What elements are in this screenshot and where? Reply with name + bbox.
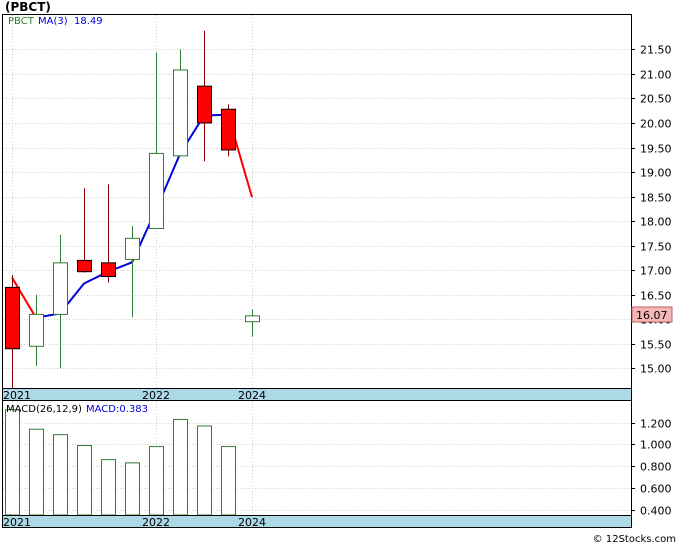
- macd-value: MACD:0.383: [86, 404, 148, 415]
- price-date-band: [2, 388, 632, 401]
- macd-tick-label: 0.800: [640, 461, 672, 474]
- date-tick-label: 2022: [142, 516, 170, 529]
- macd-bar: [173, 418, 188, 516]
- date-tick-label: 2021: [3, 516, 31, 529]
- macd-axis: 0.400 0.600 0.800 1.000 1.200: [631, 418, 672, 518]
- macd-bar: [197, 425, 212, 516]
- candle-body: [5, 286, 20, 350]
- candle: [53, 234, 68, 369]
- candles: [5, 30, 260, 388]
- macd-bar: [149, 446, 164, 516]
- candle-body: [77, 259, 92, 273]
- price-axis: 15.0015.5016.0016.5017.0017.5018.0018.50…: [631, 44, 672, 376]
- macd-tick-label: 1.000: [640, 439, 672, 452]
- price-tick-label: 17.50: [640, 241, 672, 254]
- candle-body: [245, 315, 260, 323]
- candle-body: [53, 262, 68, 315]
- candle-body: [101, 262, 116, 278]
- macd-tick-label: 0.400: [640, 505, 672, 518]
- price-tick-label: 19.50: [640, 143, 672, 156]
- last-price-value: 16.07: [636, 309, 668, 322]
- candle-body: [173, 69, 188, 157]
- price-tick-label: 18.00: [640, 216, 672, 229]
- symbol-label: PBCT: [8, 16, 35, 27]
- price-panel-frame: [2, 14, 632, 389]
- price-tick-label: 15.00: [640, 363, 672, 376]
- macd-tick-label: 0.600: [640, 483, 672, 496]
- candle: [77, 188, 92, 273]
- candle: [125, 226, 140, 317]
- price-tick-label: 20.50: [640, 93, 672, 106]
- macd-bar: [221, 446, 236, 516]
- candle-body: [149, 152, 164, 229]
- candle-body: [125, 237, 140, 260]
- price-tick-label: 19.00: [640, 167, 672, 180]
- macd-bar: [77, 445, 92, 516]
- macd-date-band: [2, 515, 632, 528]
- macd-bar: [53, 434, 68, 516]
- macd-bar: [5, 409, 20, 516]
- candle: [5, 275, 20, 388]
- macd-label: MACD(26,12,9): [6, 404, 82, 415]
- price-tick-label: 21.00: [640, 69, 672, 82]
- macd-grid: [3, 401, 631, 515]
- watermark: © 12Stocks.com: [593, 534, 676, 545]
- candle-body: [29, 313, 44, 347]
- macd-bars: [5, 409, 236, 516]
- price-grid: [3, 15, 631, 388]
- candle-body: [197, 85, 212, 124]
- price-tick-label: 20.00: [640, 118, 672, 131]
- candle: [173, 49, 188, 157]
- price-tick-label: 17.00: [640, 265, 672, 278]
- candle: [245, 309, 260, 337]
- price-tick-label: 16.50: [640, 290, 672, 303]
- price-tick-label: 21.50: [640, 44, 672, 57]
- candle: [149, 52, 164, 229]
- macd-bar: [125, 462, 140, 516]
- ma-value: 18.49: [74, 16, 103, 27]
- candle: [29, 294, 44, 366]
- macd-bar: [29, 428, 44, 516]
- date-tick-label: 2024: [238, 516, 266, 529]
- macd-panel-frame: [2, 400, 632, 516]
- stock-chart: 15.0015.5016.0016.5017.0017.5018.0018.50…: [2, 14, 676, 545]
- macd-bar: [101, 459, 116, 516]
- macd-tick-label: 1.200: [640, 418, 672, 431]
- candle-body: [221, 108, 236, 151]
- candle: [221, 104, 236, 157]
- ma-label: MA(3): [38, 16, 68, 27]
- candle: [101, 184, 116, 283]
- price-tick-label: 18.50: [640, 192, 672, 205]
- candle: [197, 30, 212, 162]
- price-tick-label: 15.50: [640, 339, 672, 352]
